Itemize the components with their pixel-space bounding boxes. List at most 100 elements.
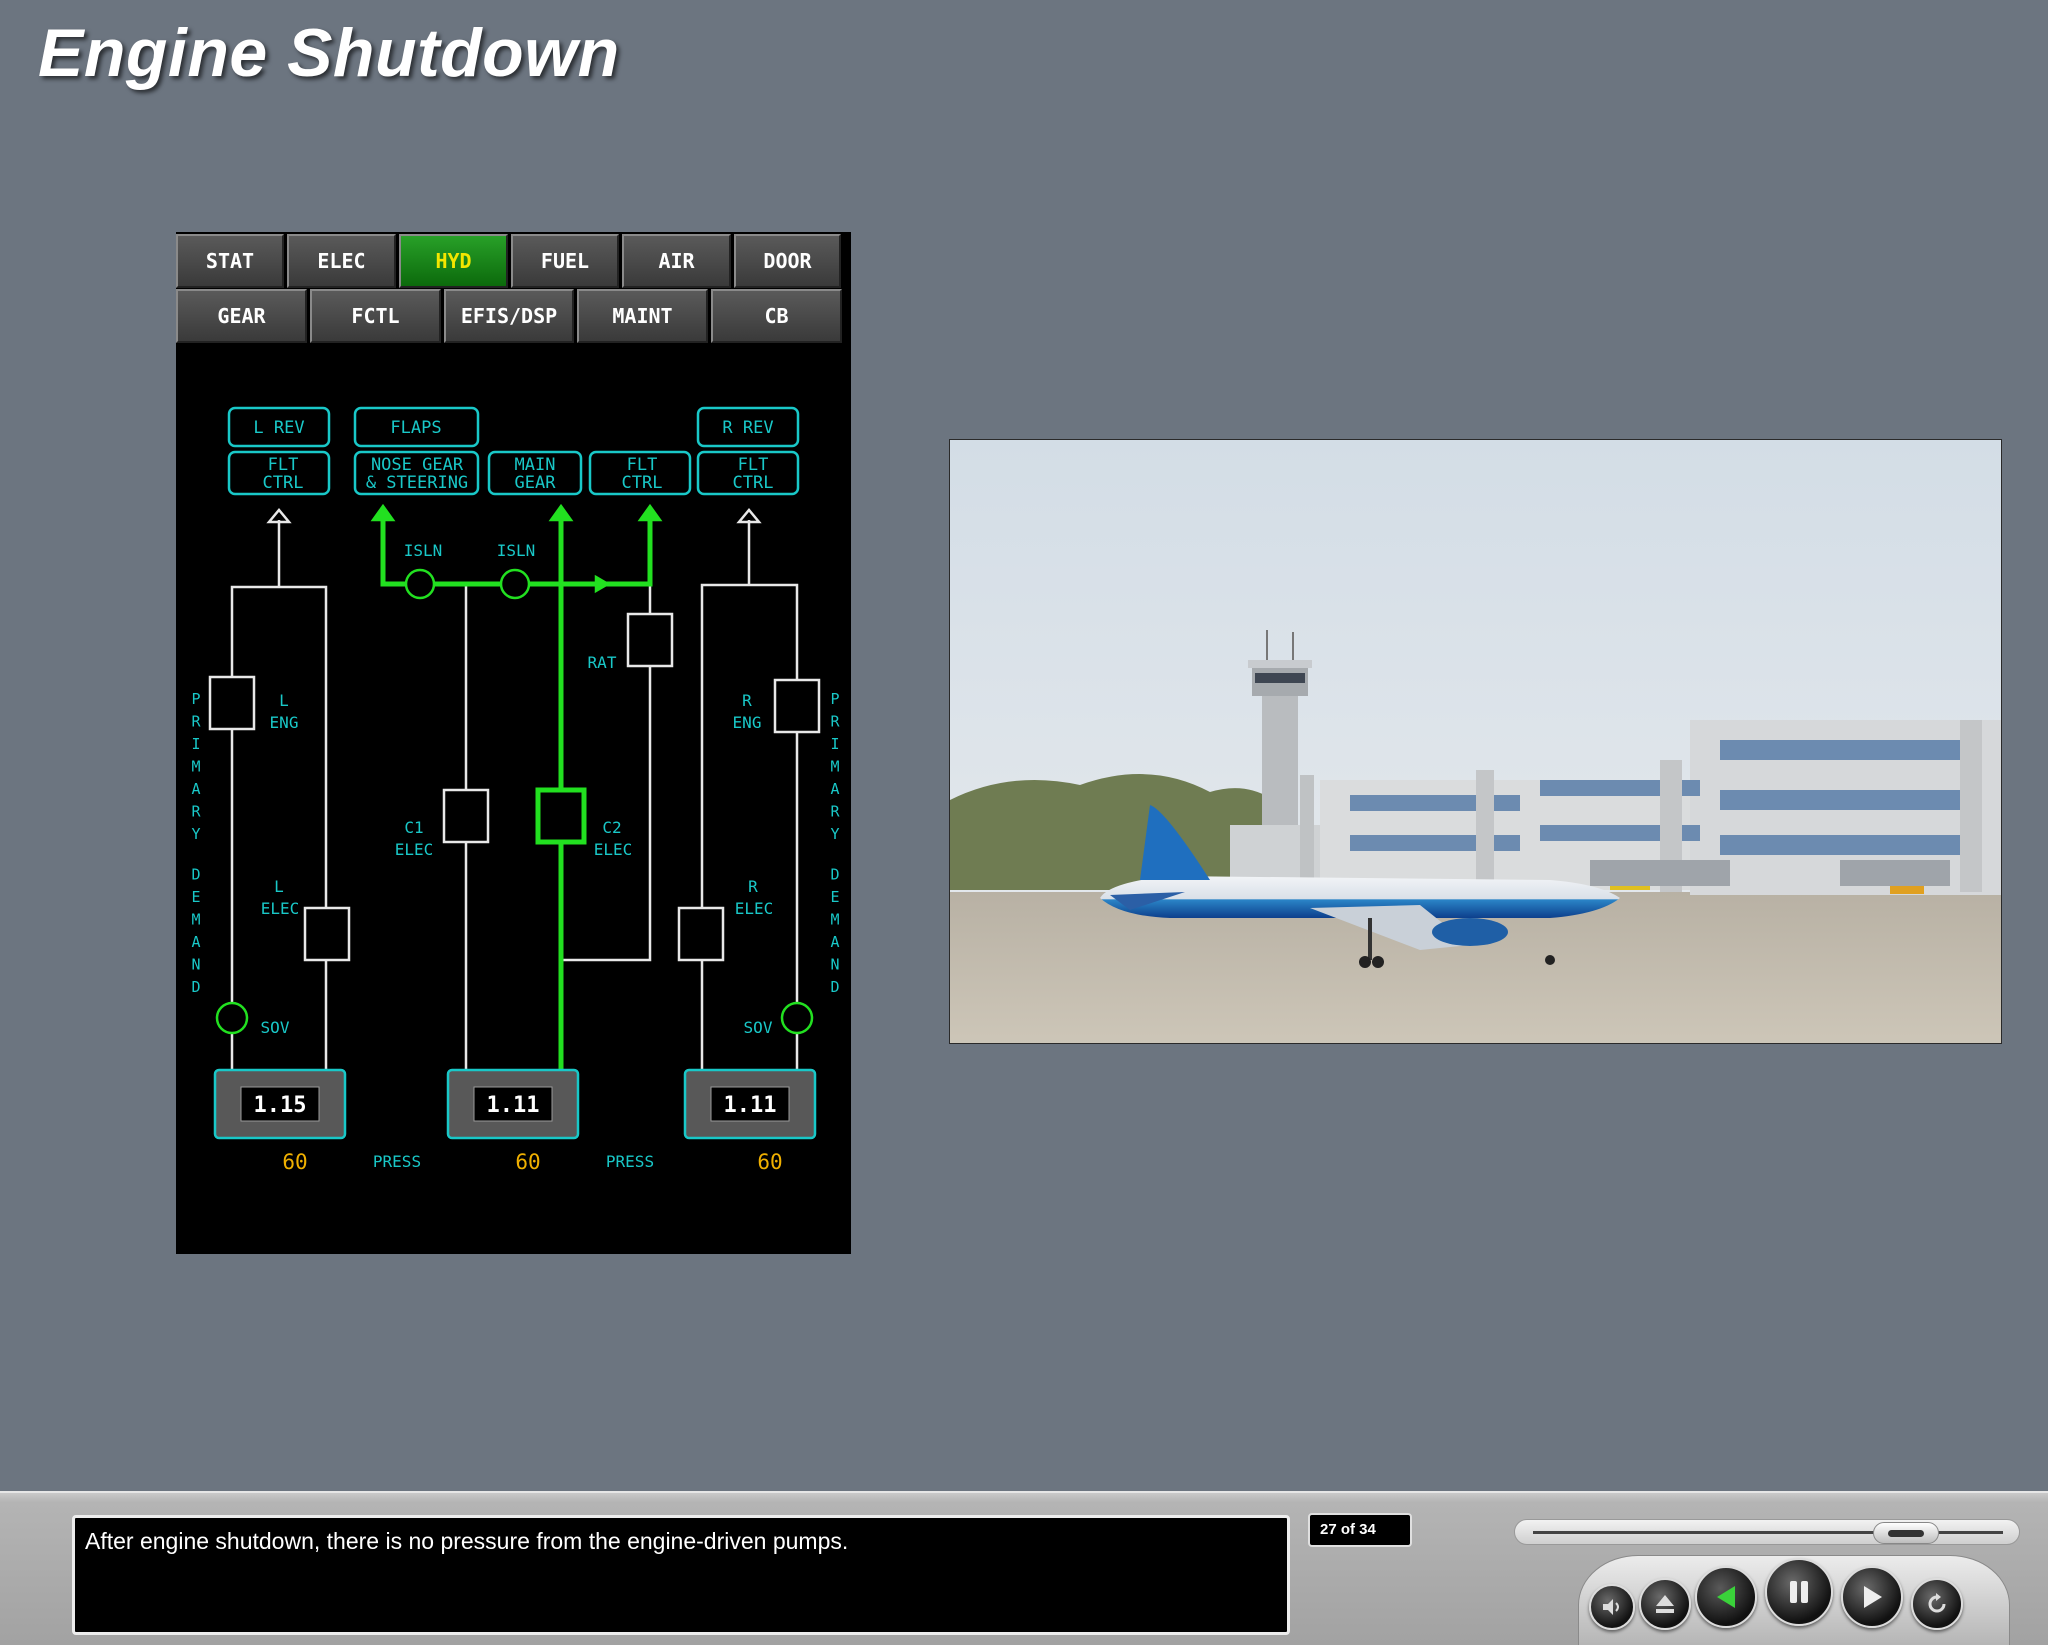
airport-scene-video: [949, 439, 2002, 1044]
player-bar: After engine shutdown, there is no press…: [0, 1491, 2048, 1645]
c-flt-label: FLT: [627, 455, 658, 475]
l-eng-letter: L: [279, 691, 289, 710]
svg-text:D: D: [191, 978, 200, 996]
main-gear-arrow: [548, 503, 574, 522]
r-rev-label: R REV: [722, 418, 773, 438]
progress-slider[interactable]: [1514, 1519, 2020, 1545]
svg-text:R: R: [830, 713, 840, 731]
svg-text:R: R: [191, 713, 201, 731]
left-pressure: 60: [282, 1150, 307, 1174]
svg-text:M: M: [830, 911, 839, 929]
main-label: MAIN: [515, 455, 556, 475]
svg-text:A: A: [830, 933, 839, 951]
r-flt-label: FLT: [738, 455, 769, 475]
svg-text:D: D: [191, 866, 200, 884]
svg-text:E: E: [191, 888, 200, 906]
svg-text:A: A: [830, 780, 839, 798]
flaps-label: FLAPS: [390, 418, 441, 438]
svg-text:P: P: [191, 690, 200, 708]
left-elec-pump: [303, 906, 351, 962]
right-system-loop: [700, 583, 799, 1070]
right-sov-valve: [780, 1001, 814, 1035]
hydraulic-diagram: L REV FLAPS R REV FLT CTRL NOSE GEAR & S…: [191, 406, 840, 1174]
c1-elec-label: ELEC: [395, 840, 434, 859]
steering-label: & STEERING: [366, 473, 468, 493]
svg-text:A: A: [191, 780, 200, 798]
jet-bridge: [1590, 860, 1730, 886]
forward-icon[interactable]: [1841, 1566, 1903, 1628]
press-label-left: PRESS: [373, 1152, 421, 1171]
svg-text:N: N: [191, 956, 200, 974]
svg-text:A: A: [191, 933, 200, 951]
l-rev-label: L REV: [253, 418, 304, 438]
isln-valve-left: [404, 568, 436, 600]
r-eng-label: ENG: [733, 713, 762, 732]
slide-title: Engine Shutdown: [38, 15, 620, 91]
hydraulic-synoptic-panel: STAT ELEC HYD FUEL AIR DOOR GEAR FCTL EFIS/DSP M…: [176, 232, 851, 1254]
svg-text:M: M: [191, 758, 200, 776]
r-elec-letter: R: [748, 877, 758, 896]
center-c2-elec-pump: [535, 787, 587, 845]
press-label-right: PRESS: [606, 1152, 654, 1171]
caption-text: After engine shutdown, there is no press…: [85, 1528, 849, 1554]
page-counter: 27 of 34: [1308, 1513, 1412, 1547]
center-c1-elec-pump: [442, 788, 490, 844]
l-ctrl-label: CTRL: [263, 473, 304, 493]
l-elec-letter: L: [274, 877, 284, 896]
c-ctrl-label: CTRL: [622, 473, 663, 493]
svg-text:D: D: [830, 978, 839, 996]
c2-label: C2: [602, 818, 621, 837]
gear-label: GEAR: [515, 473, 557, 493]
svg-text:N: N: [830, 956, 839, 974]
c2-elec-label: ELEC: [594, 840, 633, 859]
volume-icon[interactable]: [1589, 1584, 1635, 1630]
l-elec-label: ELEC: [261, 899, 300, 918]
nose-gear-label: NOSE GEAR: [371, 455, 464, 475]
left-eng-pump: [208, 675, 256, 731]
svg-text:Y: Y: [191, 825, 200, 843]
rat-box: [626, 612, 674, 668]
svg-text:D: D: [830, 866, 839, 884]
eject-icon[interactable]: [1639, 1578, 1691, 1630]
playback-controls: [1578, 1555, 2010, 1645]
l-eng-label: ENG: [270, 713, 299, 732]
svg-text:P: P: [830, 690, 839, 708]
r-ctrl-label: CTRL: [733, 473, 774, 493]
svg-text:E: E: [830, 888, 839, 906]
right-quantity: 1.11: [724, 1093, 777, 1118]
flt-ctrl-arrow: [637, 503, 663, 522]
svg-text:R: R: [830, 803, 840, 821]
progress-slider-thumb[interactable]: [1873, 1522, 1940, 1544]
left-quantity: 1.15: [254, 1093, 307, 1118]
center-pressure: 60: [515, 1150, 540, 1174]
r-sov-label: SOV: [744, 1018, 773, 1037]
right-primary-demand-label: PRIMARYDEMAND: [830, 690, 840, 996]
r-eng-letter: R: [742, 691, 752, 710]
isln-label-right: ISLN: [497, 541, 536, 560]
right-pressure: 60: [757, 1150, 782, 1174]
replay-icon[interactable]: [1911, 1578, 1963, 1630]
svg-text:Y: Y: [830, 825, 839, 843]
svg-text:I: I: [191, 735, 200, 753]
isln-label-left: ISLN: [404, 541, 443, 560]
c1-label: C1: [404, 818, 423, 837]
l-sov-label: SOV: [261, 1018, 290, 1037]
caption-box: After engine shutdown, there is no press…: [72, 1515, 1290, 1635]
left-sov-valve: [215, 1001, 249, 1035]
svg-text:M: M: [830, 758, 839, 776]
left-system-loop: [230, 585, 328, 1070]
back-icon[interactable]: [1695, 1566, 1757, 1628]
l-flt-label: FLT: [268, 455, 299, 475]
left-primary-demand-label: PRIMARYDEMAND: [191, 690, 201, 996]
nose-gear-arrow: [370, 503, 396, 522]
isln-valve-right: [499, 568, 531, 600]
svg-text:M: M: [191, 911, 200, 929]
svg-text:R: R: [191, 803, 201, 821]
svg-text:I: I: [830, 735, 839, 753]
right-eng-pump: [773, 678, 821, 734]
r-elec-label: ELEC: [735, 899, 774, 918]
pause-icon[interactable]: [1765, 1558, 1833, 1626]
center-quantity: 1.11: [487, 1093, 540, 1118]
right-elec-pump: [677, 906, 725, 962]
rat-label: RAT: [588, 653, 617, 672]
